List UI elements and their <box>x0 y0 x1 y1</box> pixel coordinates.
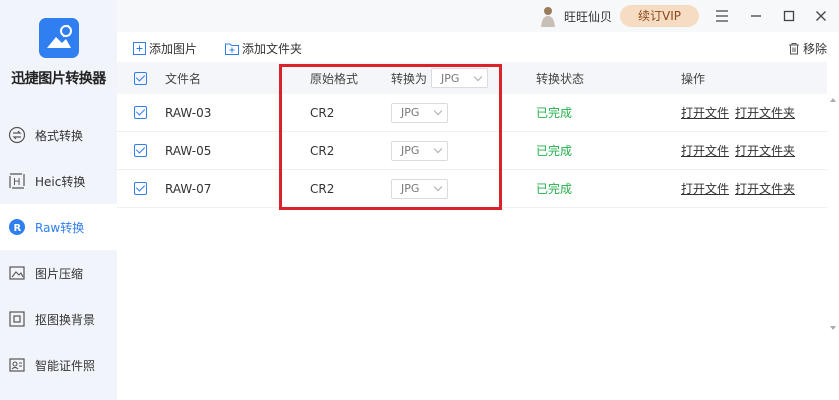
vertical-scrollbar[interactable] <box>827 94 839 334</box>
add-image-label: 添加图片 <box>149 42 198 56</box>
cutout-icon <box>8 310 26 328</box>
avatar <box>541 7 555 27</box>
remove-label: 移除 <box>803 42 828 56</box>
app-logo-icon <box>38 18 79 58</box>
chevron-down-icon <box>433 144 443 154</box>
menu-icon[interactable] <box>712 6 732 26</box>
status-badge: 已完成 <box>536 182 573 196</box>
app-name: 迅捷图片转换器 <box>11 71 106 87</box>
col-convert-to-label: 转换为 <box>391 71 428 86</box>
col-convert-to: 转换为 JPG <box>391 62 489 94</box>
app-branding: 迅捷图片转换器 <box>0 18 117 88</box>
add-image-button[interactable]: 添加图片 <box>133 40 197 57</box>
file-name: RAW-03 <box>165 105 212 120</box>
chevron-down-icon <box>433 182 443 192</box>
sidebar-item-format-convert[interactable]: 格式转换 <box>0 112 117 158</box>
chevron-down-icon <box>473 72 483 81</box>
app-window: 迅捷图片转换器 格式转换 H Heic转换 R Raw转换 图片压缩 抠图换背景… <box>0 0 839 400</box>
target-format-value: JPG <box>401 106 420 119</box>
row-actions: 打开文件 打开文件夹 <box>681 132 801 169</box>
col-actions: 操作 <box>681 71 706 86</box>
add-folder-label: 添加文件夹 <box>242 42 303 56</box>
original-format: CR2 <box>310 181 335 196</box>
sidebar-item-image-compress[interactable]: 图片压缩 <box>0 250 117 296</box>
row-actions: 打开文件 打开文件夹 <box>681 94 801 131</box>
col-filename: 文件名 <box>165 71 202 86</box>
target-format-cell: JPG <box>391 170 448 207</box>
table-header: 文件名 原始格式 转换为 JPG 转换状态 操作 <box>117 62 827 94</box>
toolbar: 添加图片 添加文件夹 移除 <box>117 32 839 62</box>
minimize-icon[interactable] <box>746 6 766 26</box>
remove-button[interactable]: 移除 <box>788 40 827 57</box>
sidebar-item-cutout[interactable]: 抠图换背景 <box>0 296 117 342</box>
target-format-value: JPG <box>401 182 420 195</box>
image-compress-icon <box>8 264 26 282</box>
select-all-checkbox[interactable] <box>134 62 147 94</box>
col-original-format: 原始格式 <box>310 71 359 86</box>
convert-all-format-value: JPG <box>441 71 460 85</box>
heic-icon: H <box>8 172 26 190</box>
target-format-cell: JPG <box>391 94 448 131</box>
sidebar-item-id-photo[interactable]: 智能证件照 <box>0 342 117 388</box>
row-actions: 打开文件 打开文件夹 <box>681 170 801 207</box>
sidebar-item-label: 抠图换背景 <box>35 312 96 327</box>
open-folder-link[interactable]: 打开文件夹 <box>735 142 795 159</box>
sidebar-item-label: Heic转换 <box>35 174 86 189</box>
original-format: CR2 <box>310 105 335 120</box>
sidebar-item-label: 格式转换 <box>35 128 84 143</box>
renew-vip-button[interactable]: 续订VIP <box>620 5 699 27</box>
open-folder-link[interactable]: 打开文件夹 <box>735 180 795 197</box>
table-row: RAW-05 CR2 JPG 已完成 打开文件 打开文件夹 <box>117 132 827 170</box>
file-name: RAW-05 <box>165 143 212 158</box>
svg-text:R: R <box>14 223 22 234</box>
status-badge: 已完成 <box>536 106 573 120</box>
row-checkbox[interactable] <box>134 94 147 131</box>
chevron-down-icon <box>433 106 443 116</box>
add-image-icon <box>133 42 146 55</box>
svg-text:H: H <box>13 177 21 188</box>
open-file-link[interactable]: 打开文件 <box>681 104 729 121</box>
title-bar: 旺旺仙贝 续订VIP <box>117 0 839 32</box>
user-account[interactable]: 旺旺仙贝 <box>537 4 612 28</box>
open-folder-link[interactable]: 打开文件夹 <box>735 104 795 121</box>
target-format-select[interactable]: JPG <box>391 140 448 161</box>
table-row: RAW-07 CR2 JPG 已完成 打开文件 打开文件夹 <box>117 170 827 208</box>
add-folder-button[interactable]: 添加文件夹 <box>225 40 302 57</box>
sidebar-item-label: 图片压缩 <box>35 266 84 281</box>
col-status: 转换状态 <box>536 71 585 86</box>
table-row: RAW-03 CR2 JPG 已完成 打开文件 打开文件夹 <box>117 94 827 132</box>
sidebar: 迅捷图片转换器 格式转换 H Heic转换 R Raw转换 图片压缩 抠图换背景… <box>0 0 117 400</box>
target-format-select[interactable]: JPG <box>391 178 448 199</box>
open-file-link[interactable]: 打开文件 <box>681 180 729 197</box>
raw-icon: R <box>8 218 26 236</box>
sidebar-item-heic[interactable]: H Heic转换 <box>0 158 117 204</box>
row-checkbox[interactable] <box>134 170 147 207</box>
close-icon[interactable] <box>811 6 831 26</box>
open-file-link[interactable]: 打开文件 <box>681 142 729 159</box>
sidebar-item-raw[interactable]: R Raw转换 <box>0 204 117 250</box>
sidebar-item-label: Raw转换 <box>35 220 85 235</box>
id-photo-icon <box>8 356 26 374</box>
format-convert-icon <box>8 126 26 144</box>
target-format-cell: JPG <box>391 132 448 169</box>
trash-icon <box>789 43 799 55</box>
sidebar-nav: 格式转换 H Heic转换 R Raw转换 图片压缩 抠图换背景 智能证件照 <box>0 112 117 388</box>
convert-all-format-select[interactable]: JPG <box>431 68 489 88</box>
scroll-up-icon[interactable] <box>830 98 836 102</box>
add-folder-icon <box>225 43 239 55</box>
row-checkbox[interactable] <box>134 132 147 169</box>
sidebar-item-label: 智能证件照 <box>35 358 96 373</box>
target-format-value: JPG <box>401 144 420 157</box>
target-format-select[interactable]: JPG <box>391 102 448 123</box>
username: 旺旺仙贝 <box>564 9 613 24</box>
status-badge: 已完成 <box>536 144 573 158</box>
original-format: CR2 <box>310 143 335 158</box>
maximize-icon[interactable] <box>779 6 799 26</box>
file-name: RAW-07 <box>165 181 212 196</box>
scroll-down-icon[interactable] <box>830 326 836 330</box>
